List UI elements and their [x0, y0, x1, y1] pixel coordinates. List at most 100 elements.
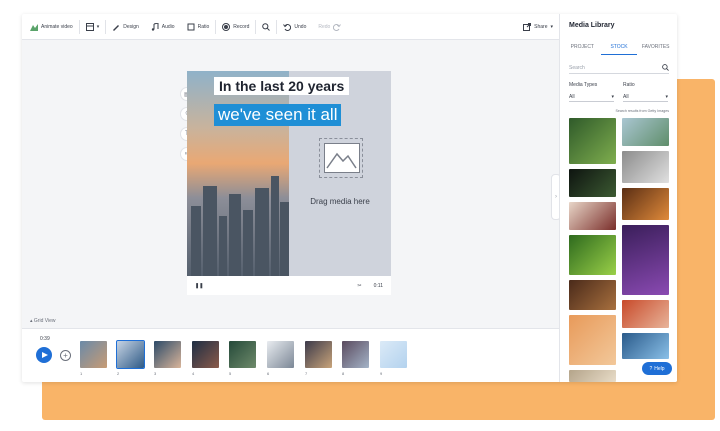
- scene-number: 2: [117, 371, 120, 376]
- drag-media-label: Drag media here: [310, 197, 370, 206]
- media-library-panel: Media Library PROJECT STOCK FAVORITES Se…: [559, 14, 677, 382]
- search-icon: [662, 64, 669, 71]
- scene-thumbnail[interactable]: [192, 341, 219, 368]
- scene-thumbnail[interactable]: [305, 341, 332, 368]
- scene-number: 1: [80, 371, 83, 376]
- play-button[interactable]: [36, 347, 52, 363]
- share-label: Share: [534, 24, 548, 30]
- building-shape: [243, 210, 253, 276]
- chevron-down-icon: ▾: [665, 93, 668, 100]
- top-toolbar: Animate video ▾ Design Audio Ratio Recor…: [22, 14, 559, 40]
- scene-thumbnail[interactable]: [342, 341, 369, 368]
- tab-project[interactable]: PROJECT: [564, 44, 601, 55]
- canvas-playbar: ❚❚ ✂ 0:11: [187, 276, 391, 295]
- building-shape: [219, 216, 227, 276]
- animate-video-label: Animate video: [41, 23, 73, 30]
- video-editor-window: Animate video ▾ Design Audio Ratio Recor…: [22, 14, 677, 382]
- scene-duration: 0:11: [373, 282, 383, 289]
- stock-image-autumn[interactable]: [622, 188, 669, 220]
- scene-thumbnail[interactable]: [80, 341, 107, 368]
- chevron-down-icon: ▾: [96, 23, 100, 30]
- stock-image-dark-leaf[interactable]: [569, 169, 616, 197]
- redo-button[interactable]: Redo: [312, 14, 347, 39]
- stock-image-leaves[interactable]: [569, 118, 616, 164]
- stock-image-plant[interactable]: [622, 118, 669, 146]
- design-button[interactable]: Design: [106, 14, 145, 39]
- stock-image-bookshelf[interactable]: [569, 280, 616, 310]
- record-label: Record: [233, 23, 250, 30]
- image-placeholder-icon: [324, 143, 360, 173]
- media-types-label: Media Types: [569, 82, 598, 88]
- music-icon: [151, 22, 159, 31]
- record-button[interactable]: Record: [216, 14, 255, 39]
- scene-canvas[interactable]: In the last 20 years we've seen it all D…: [187, 71, 391, 276]
- undo-icon: [283, 23, 292, 31]
- scene-number: 9: [380, 371, 383, 376]
- media-search-input[interactable]: Search: [569, 62, 669, 74]
- ratio-value: All: [623, 93, 629, 100]
- ratio-label: Ratio: [197, 23, 210, 30]
- scene-thumbnail[interactable]: [267, 341, 294, 368]
- undo-button[interactable]: Undo: [277, 14, 312, 39]
- stock-image-stadium[interactable]: [622, 333, 669, 359]
- stock-image-hand[interactable]: [569, 315, 616, 365]
- tab-stock[interactable]: STOCK: [600, 44, 638, 55]
- scene-thumbnail[interactable]: [380, 341, 407, 368]
- building-shape: [191, 206, 201, 276]
- building-shape: [255, 188, 269, 276]
- scene-number: 6: [267, 371, 270, 376]
- audio-button[interactable]: Audio: [145, 14, 181, 39]
- scene-number: 8: [342, 371, 345, 376]
- layout-dropdown[interactable]: ▾: [80, 14, 106, 39]
- media-library-tabs: PROJECT STOCK FAVORITES: [564, 44, 674, 55]
- layout-icon: [85, 22, 94, 31]
- chevron-up-icon: ▴: [30, 318, 33, 324]
- grid-view-toggle[interactable]: ▴ Grid View: [30, 318, 56, 324]
- stock-image-red-bird[interactable]: [622, 300, 669, 328]
- grid-view-label: Grid View: [33, 318, 56, 324]
- redo-label: Redo: [318, 23, 331, 30]
- help-icon: ?: [649, 365, 653, 372]
- scene-number: 5: [229, 371, 232, 376]
- headline-text-1[interactable]: In the last 20 years: [214, 77, 350, 95]
- scissors-icon[interactable]: ✂: [357, 283, 361, 289]
- audio-label: Audio: [161, 23, 175, 30]
- building-shape: [271, 176, 279, 276]
- animate-video-button[interactable]: Animate video: [22, 14, 79, 39]
- scene-thumbnail[interactable]: [229, 341, 256, 368]
- animate-icon: [30, 23, 38, 31]
- record-icon: [222, 22, 231, 31]
- tab-favorites[interactable]: FAVORITES: [637, 44, 674, 55]
- media-types-select[interactable]: All ▾: [569, 92, 614, 102]
- search-button[interactable]: [256, 14, 276, 39]
- ratio-icon: [187, 23, 195, 30]
- share-button[interactable]: Share ▾: [523, 14, 553, 40]
- stock-image-pagoda[interactable]: [569, 202, 616, 230]
- media-library-title: Media Library: [569, 22, 615, 29]
- stock-image-purple[interactable]: [622, 225, 669, 295]
- design-label: Design: [123, 23, 139, 30]
- mountain-icon: [326, 152, 357, 169]
- ratio-button[interactable]: Ratio: [181, 14, 216, 39]
- media-drop-zone[interactable]: [319, 138, 363, 178]
- help-button[interactable]: ? Help: [642, 362, 672, 375]
- chevron-down-icon: ▾: [550, 24, 553, 30]
- building-shape: [203, 186, 217, 276]
- ratio-filter-label: Ratio: [623, 82, 635, 88]
- city-skyline-image: [187, 71, 289, 276]
- stock-image-green-leaf[interactable]: [569, 235, 616, 275]
- chevron-down-icon: ▾: [611, 93, 614, 100]
- stock-image-partial[interactable]: [569, 370, 616, 382]
- ratio-select[interactable]: All ▾: [623, 92, 668, 102]
- chevron-right-icon: ›: [555, 194, 557, 200]
- headline-text-2[interactable]: we've seen it all: [214, 104, 342, 126]
- add-scene-button[interactable]: +: [60, 350, 71, 361]
- timeline-current-time: 0:39: [40, 336, 50, 342]
- pause-icon[interactable]: ❚❚: [195, 283, 203, 289]
- stock-image-staircase[interactable]: [622, 151, 669, 183]
- scene-thumbnail[interactable]: [154, 341, 181, 368]
- scene-number: 3: [154, 371, 157, 376]
- undo-label: Undo: [294, 23, 307, 30]
- building-shape: [280, 202, 289, 276]
- scene-thumbnail[interactable]: [116, 340, 145, 369]
